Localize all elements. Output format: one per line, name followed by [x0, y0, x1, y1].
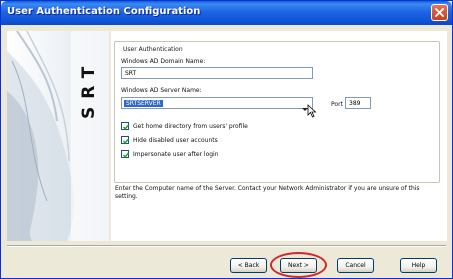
title-bar[interactable]: User Authentication Configuration: [1, 1, 452, 25]
hide-disabled-accounts-checkbox[interactable]: [121, 136, 130, 144]
content-panel: User Authentication Windows AD Domain Na…: [111, 31, 447, 241]
window-title: User Authentication Configuration: [7, 6, 201, 17]
close-button[interactable]: [431, 4, 448, 21]
mouse-cursor-icon: [307, 104, 317, 118]
get-home-directory-label[interactable]: Get home directory from users' profile: [133, 123, 248, 130]
server-name-label: Windows AD Server Name:: [121, 87, 202, 94]
impersonate-user-label[interactable]: Impersonate user after login: [133, 151, 219, 158]
impersonate-user-checkbox[interactable]: [121, 150, 130, 158]
banner-panel: SRT: [7, 31, 109, 241]
domain-name-label: Windows AD Domain Name:: [121, 58, 206, 65]
checkmark-icon: [122, 138, 130, 144]
server-name-combo[interactable]: SRTSERVER: [121, 97, 313, 111]
checkmark-icon: [122, 124, 130, 130]
port-input[interactable]: 389: [345, 97, 371, 109]
domain-name-input[interactable]: SRT: [121, 67, 313, 79]
port-label: Port: [331, 101, 343, 108]
get-home-directory-checkbox[interactable]: [121, 122, 130, 130]
server-name-value: SRTSERVER: [124, 100, 163, 107]
back-button[interactable]: < Back: [230, 258, 267, 273]
banner-logo: SRT: [75, 41, 105, 141]
group-legend: User Authentication: [121, 46, 185, 53]
help-description: Enter the Computer name of the Server. C…: [115, 185, 420, 200]
checkmark-icon: [122, 152, 130, 158]
next-button-highlight: [270, 252, 327, 278]
cancel-button[interactable]: Cancel: [337, 258, 374, 273]
hide-disabled-accounts-label[interactable]: Hide disabled user accounts: [133, 137, 218, 144]
footer-divider: [7, 245, 446, 247]
help-button[interactable]: Help: [400, 258, 437, 273]
banner-logo-text: SRT: [79, 58, 99, 119]
dialog-window: User Authentication Configuration SRT Us…: [0, 0, 453, 279]
